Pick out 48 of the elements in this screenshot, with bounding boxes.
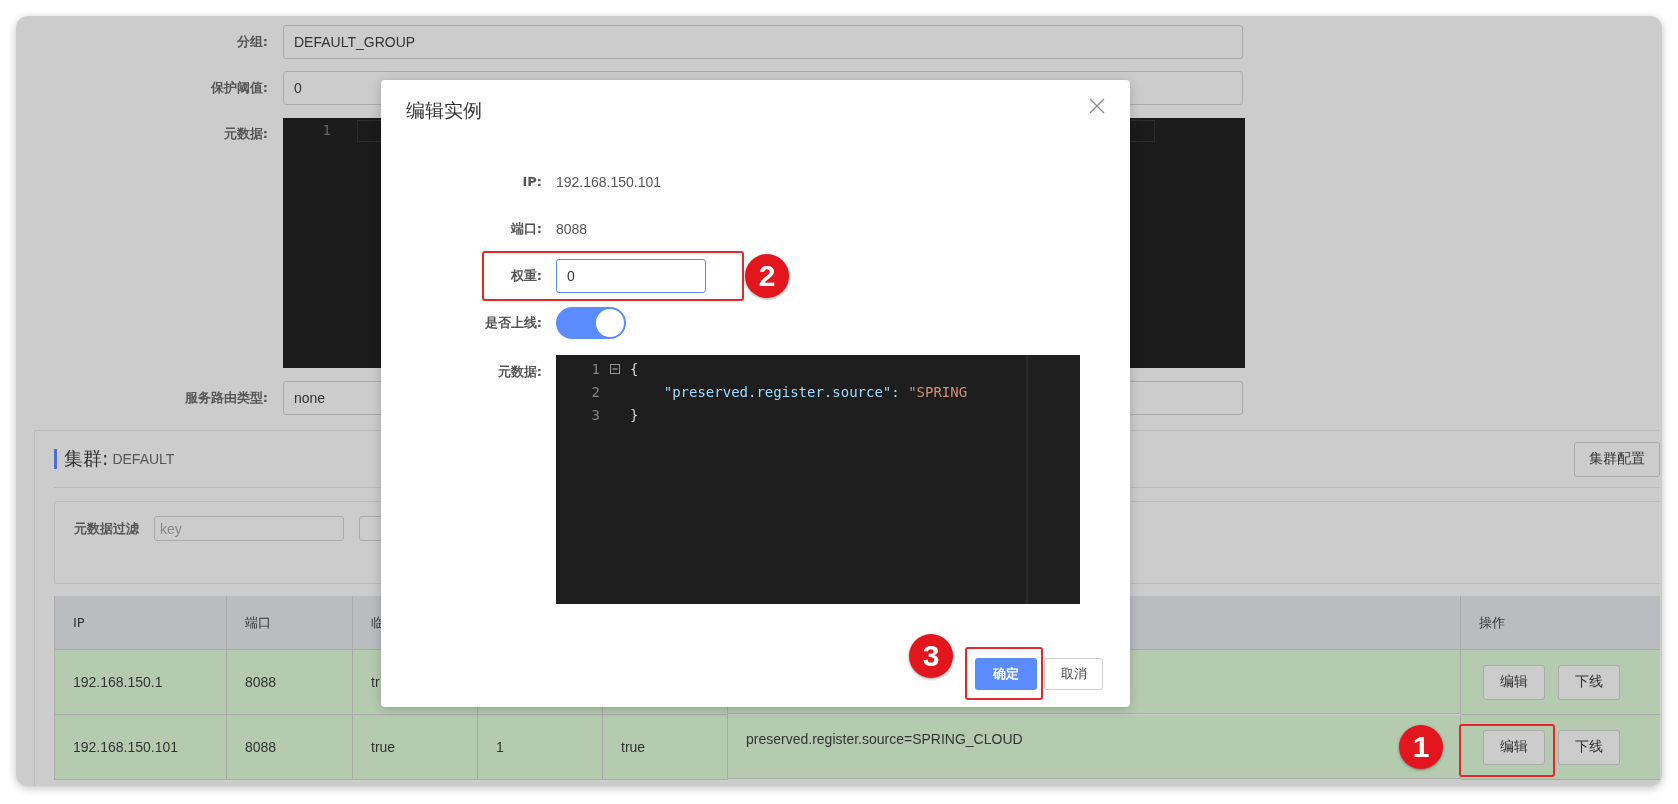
- table-cell: 192.168.150.101: [73, 739, 179, 755]
- offline-button[interactable]: 下线: [1558, 664, 1620, 700]
- code-line: {: [630, 360, 639, 377]
- field-value: 192.168.150.101: [556, 174, 662, 190]
- toggle-switch[interactable]: [556, 307, 626, 339]
- offline-button[interactable]: 下线: [1558, 729, 1620, 765]
- cluster-name: DEFAULT: [112, 451, 175, 467]
- weight-field[interactable]: 0: [556, 259, 706, 293]
- cancel-button[interactable]: 取消: [1044, 658, 1103, 690]
- step-number-badge: 2: [745, 254, 789, 298]
- line-number: 3: [590, 406, 600, 423]
- table-cell: tr: [371, 674, 380, 690]
- column-header: 端口: [227, 596, 353, 650]
- text-field[interactable]: DEFAULT_GROUP: [283, 25, 1243, 59]
- edit-button[interactable]: 编辑: [1483, 664, 1545, 700]
- edit-button[interactable]: 编辑: [1483, 729, 1545, 765]
- filter-label: 元数据过滤: [74, 520, 139, 538]
- field-label: 元数据:: [222, 125, 268, 143]
- field-label: IP:: [521, 173, 542, 191]
- cluster-label: 集群:: [64, 446, 109, 471]
- step-number-badge: 3: [909, 634, 953, 678]
- table-cell: preserved.register.source=SPRING_CLOUD: [746, 731, 1023, 747]
- table-cell: 1: [496, 739, 504, 755]
- field-value: 8088: [556, 221, 588, 237]
- collapse-icon[interactable]: [610, 363, 620, 374]
- field-label: 分组:: [235, 33, 268, 51]
- code-line: "preserved.register.source": "SPRING: [662, 383, 968, 400]
- column-header: IP: [55, 596, 227, 650]
- table-cell: 8088: [245, 674, 277, 690]
- line-number: 1: [590, 360, 600, 377]
- column-header: 操作: [1461, 596, 1660, 650]
- field-label: 保护阈值:: [209, 79, 268, 97]
- line-number: 2: [590, 383, 600, 400]
- table-cell: true: [371, 739, 396, 755]
- code-editor[interactable]: 1 { 2 "preserved.register.source": "SPRING 3 }: [556, 355, 1080, 604]
- line-number: 1: [322, 122, 331, 138]
- field-label: 权重:: [509, 267, 542, 285]
- cluster-config-button[interactable]: 集群配置: [1574, 441, 1660, 477]
- table-cell: true: [621, 739, 646, 755]
- field-label: 服务路由类型:: [183, 389, 268, 407]
- table-cell: 192.168.150.1: [73, 674, 163, 690]
- field-label: 端口:: [509, 220, 542, 238]
- key-field[interactable]: key: [154, 516, 344, 541]
- field-label: 元数据:: [496, 363, 542, 381]
- table-cell: 8088: [245, 739, 277, 755]
- close-icon[interactable]: [1089, 98, 1105, 114]
- code-line: }: [630, 406, 639, 423]
- field-label: 是否上线:: [483, 314, 542, 332]
